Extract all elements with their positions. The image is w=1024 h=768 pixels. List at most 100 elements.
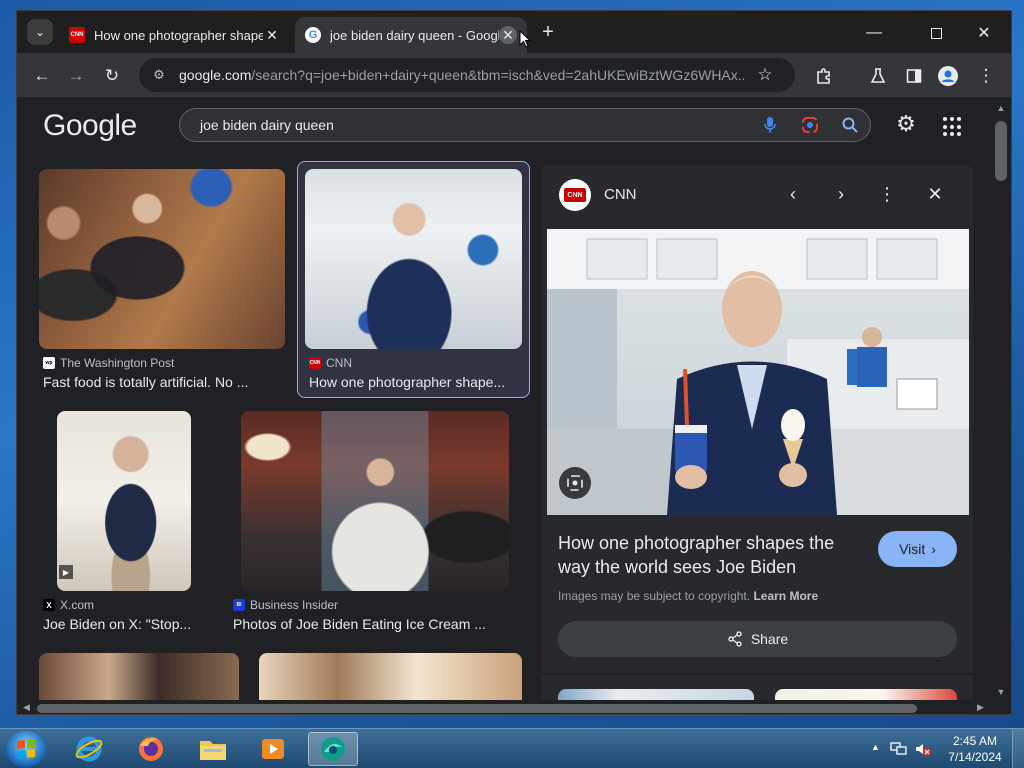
previous-button[interactable]: ‹ [781,182,805,206]
address-bar[interactable]: ⚙ google.com/search?q=joe+biden+dairy+qu… [139,58,795,92]
scrollbar-thumb[interactable] [995,121,1007,181]
business-insider-favicon-icon: BI [233,599,245,611]
video-play-icon: ▶ [59,565,73,579]
tab-google-search[interactable]: G joe biden dairy queen - Google Search … [295,17,527,53]
scroll-right-arrow-icon[interactable]: ▶ [977,702,984,713]
result-caption[interactable]: Fast food is totally artificial. No ... [43,374,283,390]
close-window-button[interactable]: ✕ [961,19,1007,47]
learn-more-link[interactable]: Learn More [753,589,818,603]
profile-button[interactable] [935,63,961,89]
result-thumbnail[interactable] [305,169,522,349]
avatar-icon [938,66,958,86]
settings-gear-icon[interactable]: ⚙ [893,111,919,137]
close-icon[interactable]: ✕ [263,26,281,44]
bookmark-star-icon[interactable]: ☆ [752,65,778,85]
preview-image[interactable] [547,229,969,515]
internet-explorer-icon [75,736,103,762]
search-icon[interactable] [830,117,870,133]
network-icon[interactable] [890,741,908,757]
next-button[interactable]: › [829,182,853,206]
search-box[interactable]: joe biden dairy queen [179,108,871,142]
tab-cnn-article[interactable]: CNN How one photographer shapes the way … [59,17,291,53]
forward-button[interactable]: → [63,63,89,89]
google-lens-icon[interactable] [790,116,830,134]
flask-icon [870,68,886,83]
result-caption[interactable]: Joe Biden on X: "Stop... [43,616,213,632]
tab-search-button[interactable]: ⌄ [27,19,53,45]
cnn-favicon-icon: CNN [309,357,321,369]
close-icon[interactable]: ✕ [499,26,517,44]
mouse-cursor-icon [519,30,531,48]
result-thumbnail[interactable] [39,653,239,703]
more-options-button[interactable]: ⋮ [875,182,899,206]
address-url: google.com/search?q=joe+biden+dairy+quee… [179,67,744,83]
share-label: Share [750,631,789,647]
url-host: google.com [179,67,252,83]
result-source: X X.com [43,598,94,612]
result-thumbnail[interactable] [39,169,285,349]
site-info-icon[interactable]: ⚙ [147,67,171,83]
side-panel-button[interactable] [901,63,927,89]
share-button[interactable]: Share [558,621,957,657]
taskbar-file-explorer[interactable] [188,732,238,766]
microphone-icon[interactable] [750,116,790,134]
scrollbar-thumb[interactable] [37,704,917,713]
scroll-down-arrow-icon[interactable]: ▼ [995,687,1007,697]
url-path: /search?q=joe+biden+dairy+queen&tbm=isch… [251,67,744,83]
reload-icon: ↻ [104,66,120,85]
scroll-left-arrow-icon[interactable]: ◀ [23,702,30,713]
close-preview-button[interactable]: ✕ [923,182,947,206]
result-caption[interactable]: Photos of Joe Biden Eating Ice Cream ... [233,616,503,632]
result-source: BI Business Insider [233,598,338,612]
taskbar-firefox[interactable] [126,732,176,766]
volume-muted-icon[interactable] [914,741,932,757]
extensions-button[interactable] [811,63,837,89]
apps-grid-icon[interactable] [943,117,963,137]
vertical-scrollbar[interactable]: ▲ ▼ [989,97,1011,700]
taskbar-internet-explorer[interactable] [64,732,114,766]
browser-toolbar: ← → ↻ ⚙ google.com/search?q=joe+biden+da… [17,53,1011,97]
scroll-up-arrow-icon[interactable]: ▲ [995,103,1007,113]
minimize-button[interactable]: — [851,19,897,47]
result-source: wp The Washington Post [43,356,174,370]
search-inside-image-lens-icon[interactable] [559,467,591,499]
back-button[interactable]: ← [29,63,55,89]
media-player-icon [262,739,284,759]
labs-button[interactable] [865,63,891,89]
kebab-menu-icon: ⋮ [977,66,995,85]
chevron-down-icon: ⌄ [34,25,46,39]
visit-button[interactable]: Visit › [878,531,957,567]
search-input[interactable]: joe biden dairy queen [200,117,750,133]
maximize-button[interactable] [913,19,959,47]
chevron-right-icon: › [931,541,936,557]
browser-app-icon [321,737,345,761]
taskbar-browser-active[interactable] [308,732,358,766]
firefox-icon [139,737,163,761]
copyright-notice: Images may be subject to copyright. Lear… [558,589,818,603]
clock-date: 7/14/2024 [948,750,1002,764]
menu-button[interactable]: ⋮ [973,63,999,89]
show-hidden-icons-arrow-icon[interactable]: ▲ [871,742,880,752]
cnn-favicon-icon: CNN [69,27,85,43]
folder-icon [200,741,226,760]
taskbar: ▲ 2:45 AM 7/14/2024 [0,728,1024,768]
result-thumbnail[interactable] [259,653,522,703]
new-tab-button[interactable]: + [537,21,559,43]
start-button[interactable] [6,731,46,767]
google-favicon-icon: G [305,27,321,43]
google-logo[interactable]: Google [43,109,137,143]
horizontal-scrollbar[interactable]: ◀ ▶ [17,700,989,714]
windows-logo-icon [17,739,35,759]
reload-button[interactable]: ↻ [99,63,125,89]
tab-title: joe biden dairy queen - Google Search [330,27,499,43]
result-thumbnail[interactable] [241,411,509,591]
google-header: Google joe biden dairy queen ⚙ [17,97,997,153]
clock[interactable]: 2:45 AM 7/14/2024 [944,733,1006,765]
show-desktop-button[interactable] [1012,729,1024,768]
taskbar-media-player[interactable] [248,732,298,766]
preview-source-name[interactable]: CNN [604,186,637,203]
preview-title[interactable]: How one photographer shapes the way the … [558,531,868,579]
result-caption[interactable]: How one photographer shape... [309,374,521,390]
result-thumbnail[interactable]: ▶ [57,411,191,591]
clock-time: 2:45 AM [952,734,998,748]
